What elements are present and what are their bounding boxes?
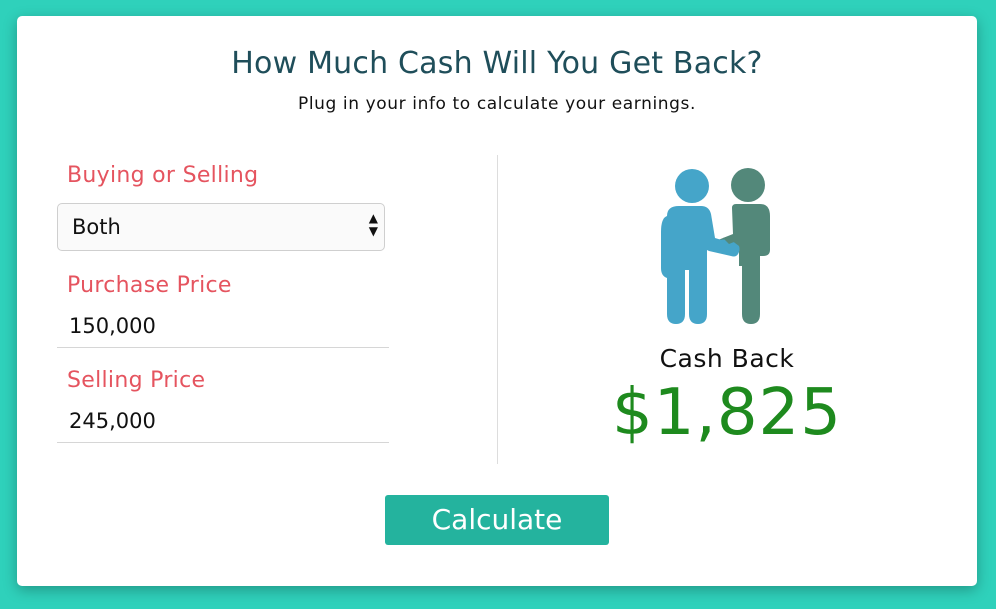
page-subtitle: Plug in your info to calculate your earn… (297, 94, 697, 114)
buying-selling-select[interactable]: Both ▲ ▼ (57, 203, 385, 251)
cash-back-label: Cash Back (659, 344, 795, 373)
selling-price-value: 245,000 (69, 409, 156, 433)
selling-price-input[interactable]: 245,000 (57, 403, 389, 443)
calculate-button[interactable]: Calculate (385, 495, 609, 545)
select-arrows-icon: ▲ ▼ (368, 211, 378, 238)
purchase-price-input[interactable]: 150,000 (57, 308, 389, 348)
purchase-price-label: Purchase Price (67, 273, 232, 298)
purchase-price-value: 150,000 (69, 314, 156, 338)
calculator-card: How Much Cash Will You Get Back? Plug in… (17, 16, 977, 586)
cash-back-amount: $1,825 (612, 376, 842, 450)
buying-selling-label: Buying or Selling (67, 163, 259, 188)
column-divider (497, 155, 498, 464)
selling-price-label: Selling Price (67, 368, 206, 393)
buying-selling-selected-value: Both (72, 215, 121, 239)
handshake-icon (657, 166, 787, 331)
page-title: How Much Cash Will You Get Back? (231, 46, 763, 81)
